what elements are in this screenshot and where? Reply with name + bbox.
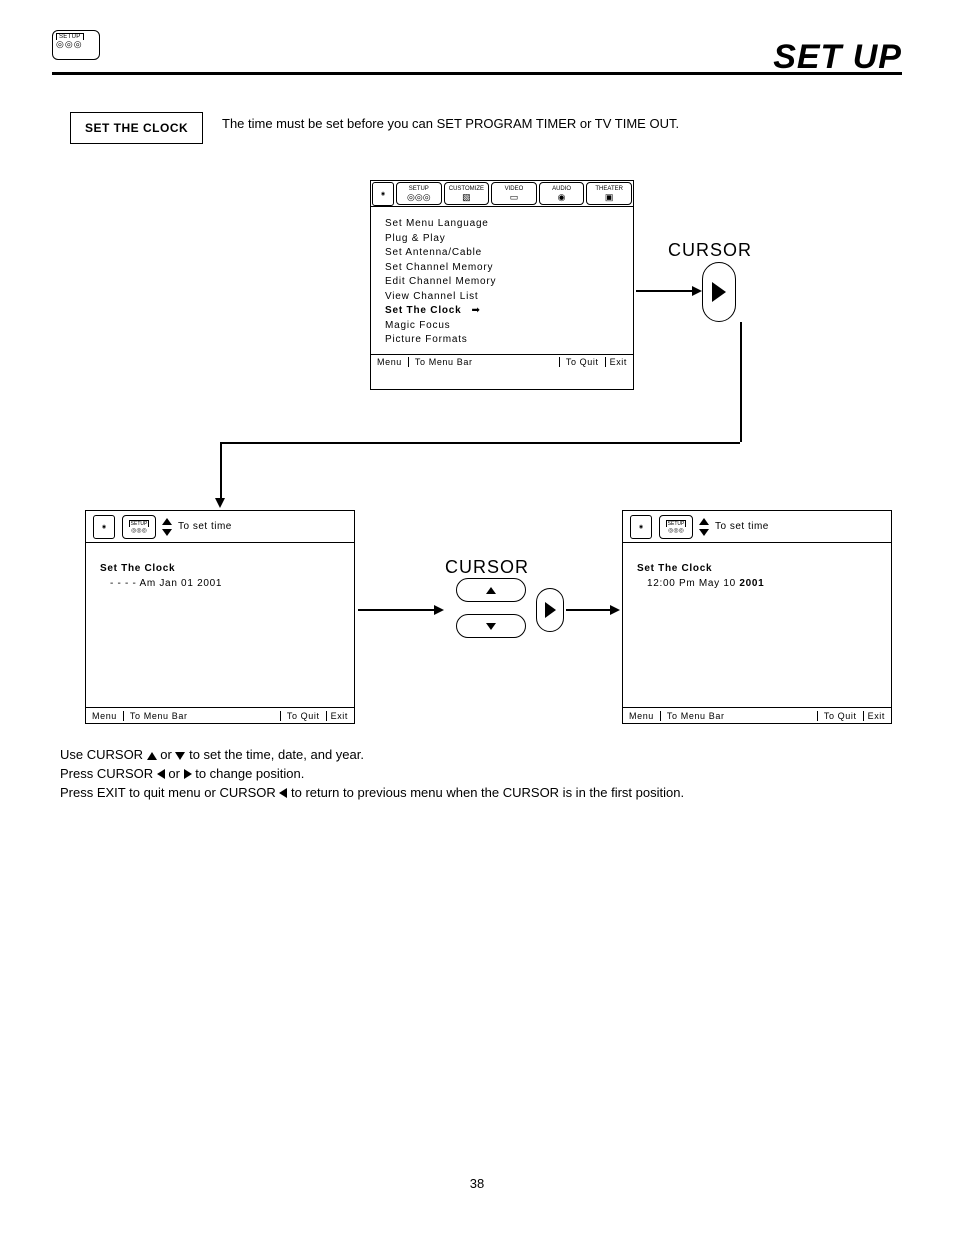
setup-badge: SETUP ◎◎◎ — [52, 30, 100, 60]
instruction-line: Press EXIT to quit menu or CURSOR to ret… — [60, 784, 894, 803]
section-description: The time must be set before you can SET … — [222, 116, 679, 131]
chevron-down-icon — [699, 529, 709, 536]
clock-header: ◉ SETUP◎◎◎ To set time — [86, 511, 354, 543]
tab-customize[interactable]: CUSTOMIZE▧ — [444, 182, 490, 205]
clock-header-text: To set time — [178, 521, 348, 532]
menu-item[interactable]: Magic Focus — [385, 319, 619, 334]
chevron-down-icon — [486, 623, 496, 630]
remote-icon: ◉ — [372, 182, 394, 206]
clock-body: Set The Clock 12:00 Pm May 10 2001 — [623, 543, 891, 609]
chevron-up-icon — [699, 518, 709, 525]
clock-title: Set The Clock — [100, 561, 340, 576]
submenu-arrow-icon: ➡ — [472, 305, 481, 316]
page-number: 38 — [0, 1176, 954, 1191]
menu-item[interactable]: Plug & Play — [385, 232, 619, 247]
clock-panel-set: ◉ SETUP◎◎◎ To set time Set The Clock 12:… — [622, 510, 892, 724]
footer-menu[interactable]: Menu — [371, 357, 409, 367]
footer-quit: To Quit — [287, 711, 327, 721]
cursor-down-button[interactable] — [456, 614, 526, 638]
chevron-up-icon — [162, 518, 172, 525]
chevron-down-icon — [175, 752, 185, 760]
menu-item[interactable]: Edit Channel Memory — [385, 275, 619, 290]
setup-badge-icons: ◎◎◎ — [56, 39, 83, 49]
cursor-up-button[interactable] — [456, 578, 526, 602]
clock-panel-initial: ◉ SETUP◎◎◎ To set time Set The Clock - -… — [85, 510, 355, 724]
footer-exit[interactable]: Exit — [868, 711, 885, 721]
chevron-right-icon — [712, 282, 726, 302]
arrow-head-icon — [215, 498, 225, 508]
menu-body: Set Menu Language Plug & Play Set Antenn… — [371, 207, 633, 354]
flow-arrow — [636, 290, 696, 292]
menu-item[interactable]: View Channel List — [385, 290, 619, 305]
chevron-up-icon — [147, 752, 157, 760]
arrow-head-icon — [434, 605, 444, 615]
chevron-down-icon — [162, 529, 172, 536]
instruction-line: Press CURSOR or to change position. — [60, 765, 894, 784]
footer-exit[interactable]: Exit — [331, 711, 348, 721]
clock-header: ◉ SETUP◎◎◎ To set time — [623, 511, 891, 543]
instruction-line: Use CURSOR or to set the time, date, and… — [60, 746, 894, 765]
header-rule — [52, 72, 902, 75]
clock-header-text: To set time — [715, 521, 885, 532]
chevron-left-icon — [157, 769, 165, 779]
footer-quit: To Quit — [566, 357, 606, 367]
menu-tab-row: ◉ SETUP◎◎◎ CUSTOMIZE▧ VIDEO▭ AUDIO◉ THEA… — [371, 181, 633, 207]
setup-menu-panel: ◉ SETUP◎◎◎ CUSTOMIZE▧ VIDEO▭ AUDIO◉ THEA… — [370, 180, 634, 390]
menu-footer: Menu To Menu Bar To Quit Exit — [86, 707, 354, 723]
setup-mini-badge: SETUP◎◎◎ — [122, 515, 156, 539]
menu-footer: Menu To Menu Bar To Quit Exit — [371, 354, 633, 370]
cursor-right-button[interactable] — [536, 588, 564, 632]
menu-item[interactable]: Set Antenna/Cable — [385, 246, 619, 261]
clock-body: Set The Clock - - - - Am Jan 01 2001 — [86, 543, 354, 609]
footer-menubar: To Menu Bar — [409, 357, 559, 367]
clock-value[interactable]: 12:00 Pm May 10 2001 — [637, 576, 877, 591]
tab-video[interactable]: VIDEO▭ — [491, 182, 537, 205]
cursor-updown-cluster — [446, 578, 536, 638]
chevron-right-icon — [545, 602, 556, 618]
footer-menu[interactable]: Menu — [623, 711, 661, 721]
cursor-right-button[interactable] — [702, 262, 736, 322]
flow-arrow — [220, 442, 740, 444]
flow-arrow — [358, 609, 438, 611]
clock-title: Set The Clock — [637, 561, 877, 576]
menu-item-selected[interactable]: Set The Clock➡ — [385, 304, 619, 319]
footer-exit[interactable]: Exit — [610, 357, 627, 367]
footer-menubar: To Menu Bar — [124, 711, 280, 721]
tab-setup[interactable]: SETUP◎◎◎ — [396, 182, 442, 205]
footer-quit: To Quit — [824, 711, 864, 721]
menu-footer: Menu To Menu Bar To Quit Exit — [623, 707, 891, 723]
updown-indicator — [699, 518, 709, 536]
remote-icon: ◉ — [93, 515, 115, 539]
arrow-head-icon — [692, 286, 702, 296]
footer-menu[interactable]: Menu — [86, 711, 124, 721]
section-label: SET THE CLOCK — [70, 112, 203, 144]
instructions-block: Use CURSOR or to set the time, date, and… — [60, 746, 894, 803]
tab-audio[interactable]: AUDIO◉ — [539, 182, 585, 205]
cursor-label: CURSOR — [668, 240, 752, 261]
tab-theater[interactable]: THEATER▣ — [586, 182, 632, 205]
menu-item[interactable]: Set Menu Language — [385, 217, 619, 232]
cursor-label: CURSOR — [445, 557, 529, 578]
setup-mini-badge: SETUP◎◎◎ — [659, 515, 693, 539]
updown-indicator — [162, 518, 172, 536]
chevron-up-icon — [486, 587, 496, 594]
flow-arrow — [220, 442, 222, 502]
clock-value[interactable]: - - - - Am Jan 01 2001 — [100, 576, 340, 591]
menu-item[interactable]: Set Channel Memory — [385, 261, 619, 276]
chevron-right-icon — [184, 769, 192, 779]
footer-menubar: To Menu Bar — [661, 711, 817, 721]
flow-arrow — [566, 609, 614, 611]
flow-arrow — [740, 322, 742, 442]
remote-icon: ◉ — [630, 515, 652, 539]
arrow-head-icon — [610, 605, 620, 615]
menu-item[interactable]: Picture Formats — [385, 333, 619, 348]
